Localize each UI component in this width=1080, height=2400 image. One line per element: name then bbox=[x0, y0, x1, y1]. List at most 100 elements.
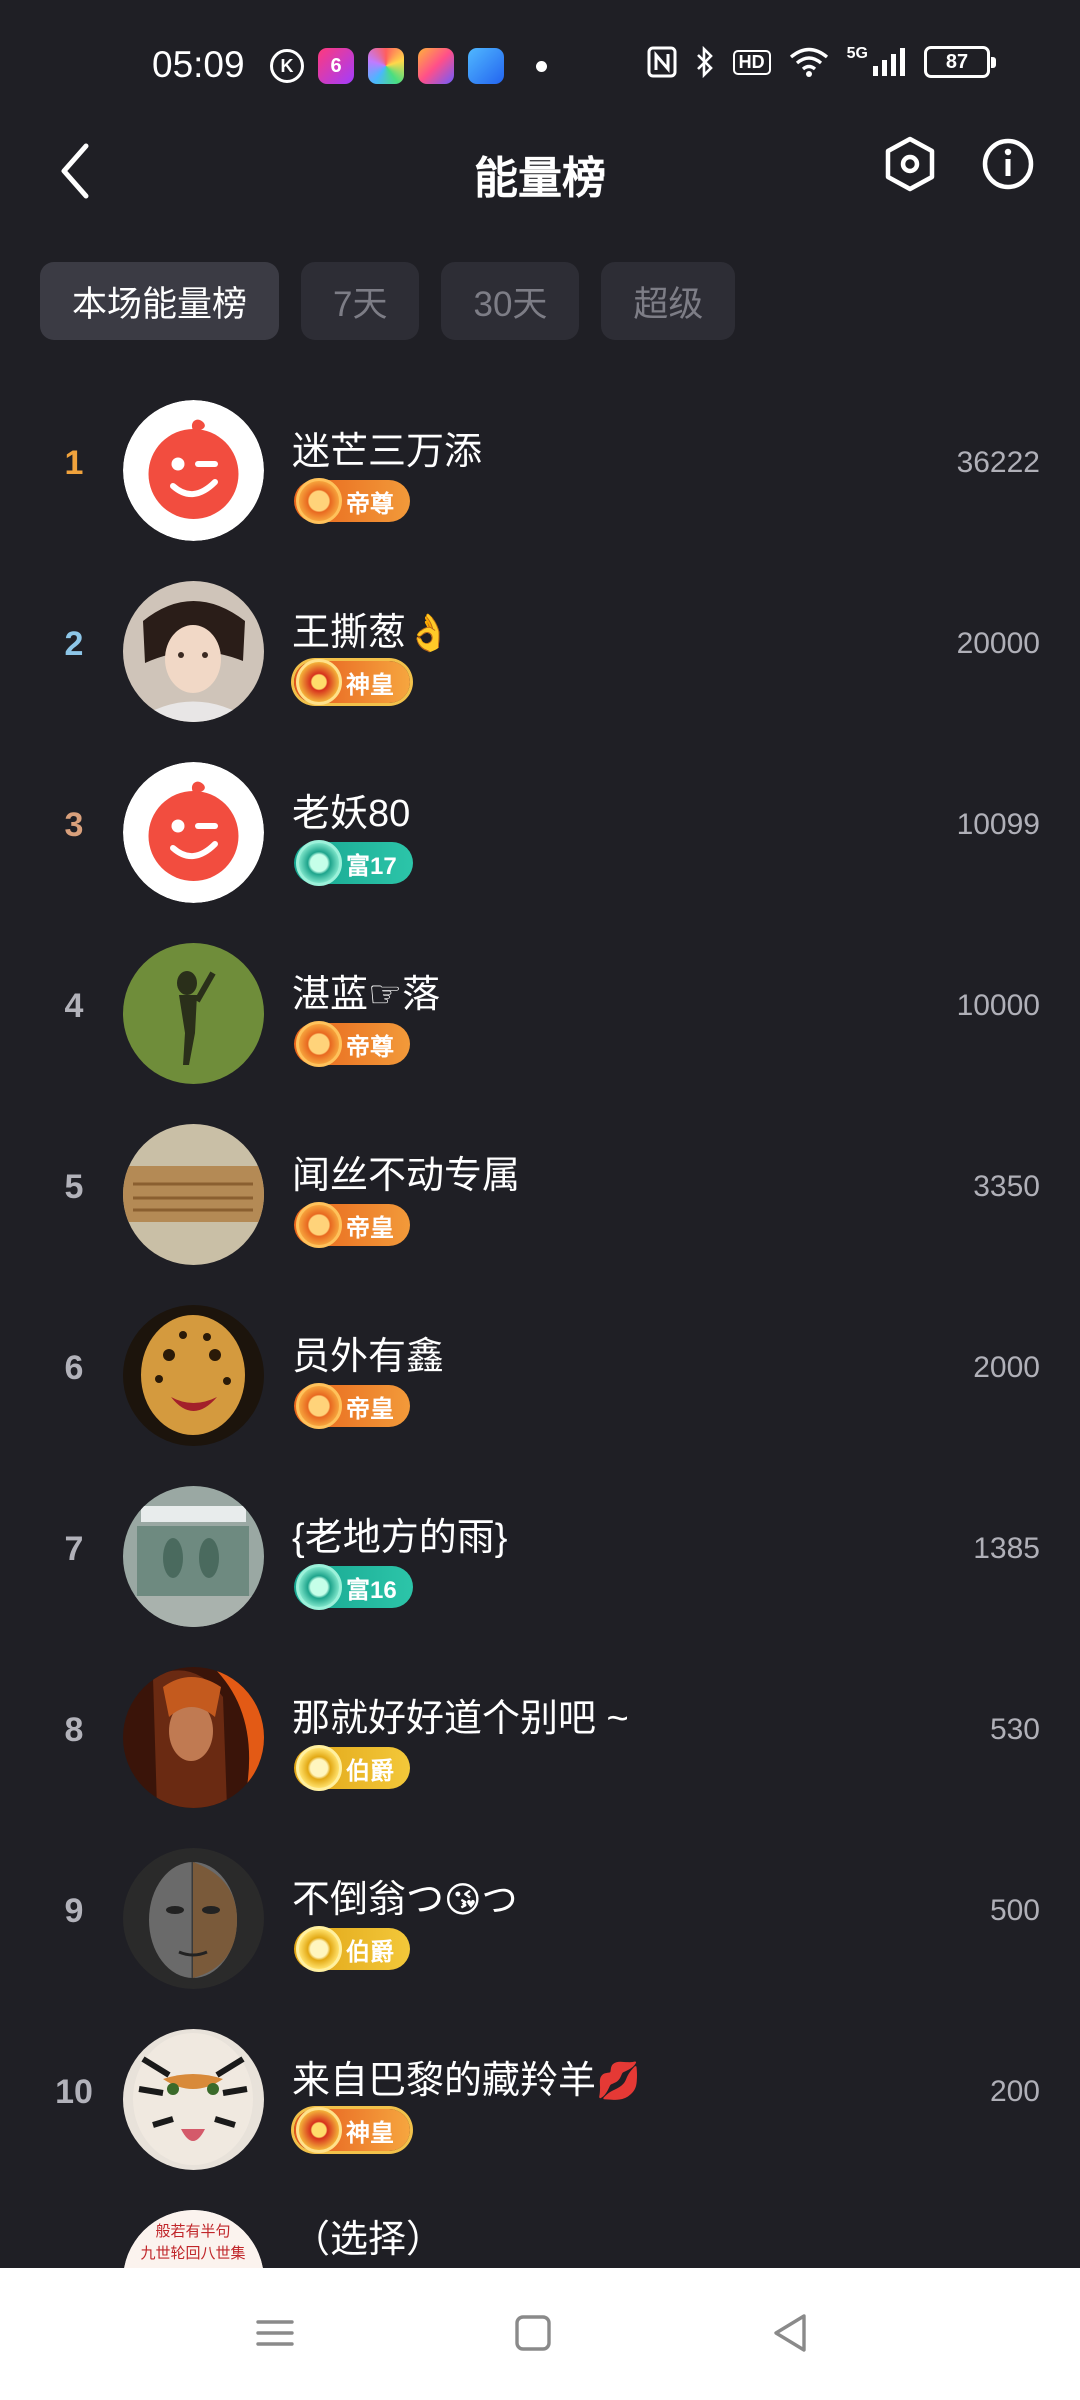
rank-number: 4 bbox=[64, 987, 84, 1025]
ranking-row[interactable]: 3 老妖80 富17 10099 bbox=[0, 742, 1080, 923]
rank-number: 2 bbox=[64, 625, 84, 663]
ranking-list: 1 迷芒三万添 帝尊 36222 2 王撕葱👌 神皇 20000 3 老妖80 … bbox=[0, 380, 1080, 2270]
battery-icon: 87 bbox=[924, 46, 996, 78]
user-name-text: 老妖80 bbox=[292, 793, 411, 835]
avatar[interactable] bbox=[123, 400, 264, 541]
badge-emblem-icon bbox=[296, 1926, 342, 1972]
user-name-text: 迷芒三万添 bbox=[292, 431, 483, 473]
rank-number: 3 bbox=[64, 806, 84, 844]
nav-home-button[interactable] bbox=[498, 2298, 568, 2368]
ranking-row[interactable]: 9 不倒翁つ😘つ 伯爵 500 bbox=[0, 1828, 1080, 2009]
level-badge: 伯爵 bbox=[294, 1745, 410, 1791]
rank-number: 5 bbox=[64, 1168, 84, 1206]
notification-dot-icon bbox=[536, 60, 547, 72]
badge-emblem-icon bbox=[296, 840, 342, 886]
energy-score: 500 bbox=[989, 1894, 1040, 1927]
user-name-text: 闻丝不动专属 bbox=[292, 1155, 521, 1197]
energy-score: 2000 bbox=[973, 1351, 1040, 1384]
avatar-text-line1: 般若有半句 bbox=[155, 2222, 230, 2240]
level-badge-label: 神皇 bbox=[346, 2119, 394, 2147]
signal-icon bbox=[873, 48, 905, 76]
avatar[interactable] bbox=[123, 1305, 264, 1446]
status-system-icons: HD 5G 87 bbox=[647, 45, 996, 78]
ranking-tabs: 本场能量榜 7天 30天 超级 bbox=[40, 262, 736, 340]
bluetooth-icon bbox=[696, 46, 713, 78]
status-app-icons: K 6 bbox=[270, 48, 547, 84]
user-name: 闻丝不动专属 bbox=[292, 1144, 520, 1199]
user-name: 老妖80 bbox=[292, 782, 410, 837]
energy-score: 1385 bbox=[973, 1532, 1040, 1565]
energy-score: 36222 bbox=[956, 446, 1040, 479]
tab-7-days[interactable]: 7天 bbox=[301, 262, 420, 340]
info-icon bbox=[982, 138, 1034, 190]
ranking-row[interactable]: 7 {老地方的雨} 富16 1385 bbox=[0, 1466, 1080, 1647]
user-name: 王撕葱👌 bbox=[292, 601, 451, 656]
ranking-row[interactable]: 般若有半句九世轮回八世集 （选择） bbox=[0, 2190, 1080, 2270]
home-square-icon bbox=[515, 2315, 551, 2351]
nav-back-button[interactable] bbox=[756, 2298, 826, 2368]
system-nav-bar bbox=[0, 2268, 1080, 2400]
level-badge-label: 富17 bbox=[346, 852, 397, 880]
level-badge: 富16 bbox=[294, 1564, 413, 1610]
user-name-emoji: 😘つ bbox=[444, 1879, 518, 1920]
level-badge: 富17 bbox=[294, 840, 413, 886]
rank-number: 8 bbox=[64, 1711, 84, 1749]
user-name: 不倒翁つ😘つ bbox=[292, 1868, 518, 1923]
hexagon-settings-icon bbox=[885, 136, 935, 192]
ranking-row[interactable]: 5 闻丝不动专属 帝皇 3350 bbox=[0, 1104, 1080, 1285]
level-badge-label: 富16 bbox=[346, 1576, 397, 1604]
avatar[interactable] bbox=[123, 943, 264, 1084]
rank-number: 1 bbox=[64, 444, 84, 482]
avatar[interactable] bbox=[123, 1486, 264, 1627]
ranking-row[interactable]: 8 那就好好道个别吧 ~ 伯爵 530 bbox=[0, 1647, 1080, 1828]
ranking-row[interactable]: 6 员外有鑫 帝皇 2000 bbox=[0, 1285, 1080, 1466]
ranking-row[interactable]: 4 湛蓝☞落 帝尊 10000 bbox=[0, 923, 1080, 1104]
network-type-label: 5G bbox=[846, 45, 868, 62]
level-badge: 帝皇 bbox=[294, 1383, 410, 1429]
badge-emblem-icon bbox=[296, 2107, 342, 2153]
badge-emblem-icon bbox=[296, 478, 342, 524]
avatar[interactable] bbox=[123, 1848, 264, 1989]
user-name-text: 来自巴黎的藏羚羊 bbox=[292, 2060, 597, 2102]
user-name: {老地方的雨} bbox=[292, 1506, 507, 1561]
tab-super[interactable]: 超级 bbox=[601, 262, 736, 340]
level-badge: 神皇 bbox=[294, 2107, 410, 2153]
user-name: 湛蓝☞落 bbox=[292, 963, 440, 1018]
energy-score: 20000 bbox=[956, 627, 1040, 660]
info-button[interactable] bbox=[978, 134, 1038, 194]
badge-emblem-icon bbox=[296, 1564, 342, 1610]
energy-score: 530 bbox=[989, 1713, 1040, 1746]
app-6-icon: 6 bbox=[318, 48, 354, 84]
avatar[interactable] bbox=[123, 2029, 264, 2170]
ranking-row[interactable]: 10 来自巴黎的藏羚羊💋 神皇 200 bbox=[0, 2009, 1080, 2190]
avatar[interactable] bbox=[123, 1124, 264, 1265]
settings-button[interactable] bbox=[880, 134, 940, 194]
nav-menu-button[interactable] bbox=[240, 2298, 310, 2368]
avatar[interactable] bbox=[123, 762, 264, 903]
user-name-emoji: 👌 bbox=[406, 612, 451, 653]
ranking-row[interactable]: 2 王撕葱👌 神皇 20000 bbox=[0, 561, 1080, 742]
user-name: （选择） bbox=[292, 2208, 444, 2263]
user-name: 迷芒三万添 bbox=[292, 420, 482, 475]
level-badge-label: 帝皇 bbox=[346, 1395, 394, 1423]
menu-icon bbox=[256, 2320, 294, 2346]
user-name-text: （选择） bbox=[292, 2219, 445, 2261]
energy-score: 3350 bbox=[973, 1170, 1040, 1203]
avatar[interactable]: 般若有半句九世轮回八世集 bbox=[123, 2210, 264, 2270]
energy-score: 10099 bbox=[956, 808, 1040, 841]
level-badge: 伯爵 bbox=[294, 1926, 410, 1972]
badge-emblem-icon bbox=[296, 1202, 342, 1248]
tab-session[interactable]: 本场能量榜 bbox=[40, 262, 280, 340]
level-badge-label: 帝尊 bbox=[346, 490, 394, 518]
tab-30-days[interactable]: 30天 bbox=[441, 262, 580, 340]
avatar-text-line2: 九世轮回八世集 bbox=[140, 2244, 245, 2262]
badge-emblem-icon bbox=[296, 1745, 342, 1791]
user-name-text: 那就好好道个别吧 ~ bbox=[292, 1698, 629, 1740]
app-colorful-icon bbox=[368, 48, 404, 84]
level-badge: 帝尊 bbox=[294, 1021, 410, 1067]
user-name-text: 员外有鑫 bbox=[292, 1336, 445, 1378]
avatar[interactable] bbox=[123, 581, 264, 722]
user-name: 来自巴黎的藏羚羊💋 bbox=[292, 2049, 641, 2104]
avatar[interactable] bbox=[123, 1667, 264, 1808]
ranking-row[interactable]: 1 迷芒三万添 帝尊 36222 bbox=[0, 380, 1080, 561]
